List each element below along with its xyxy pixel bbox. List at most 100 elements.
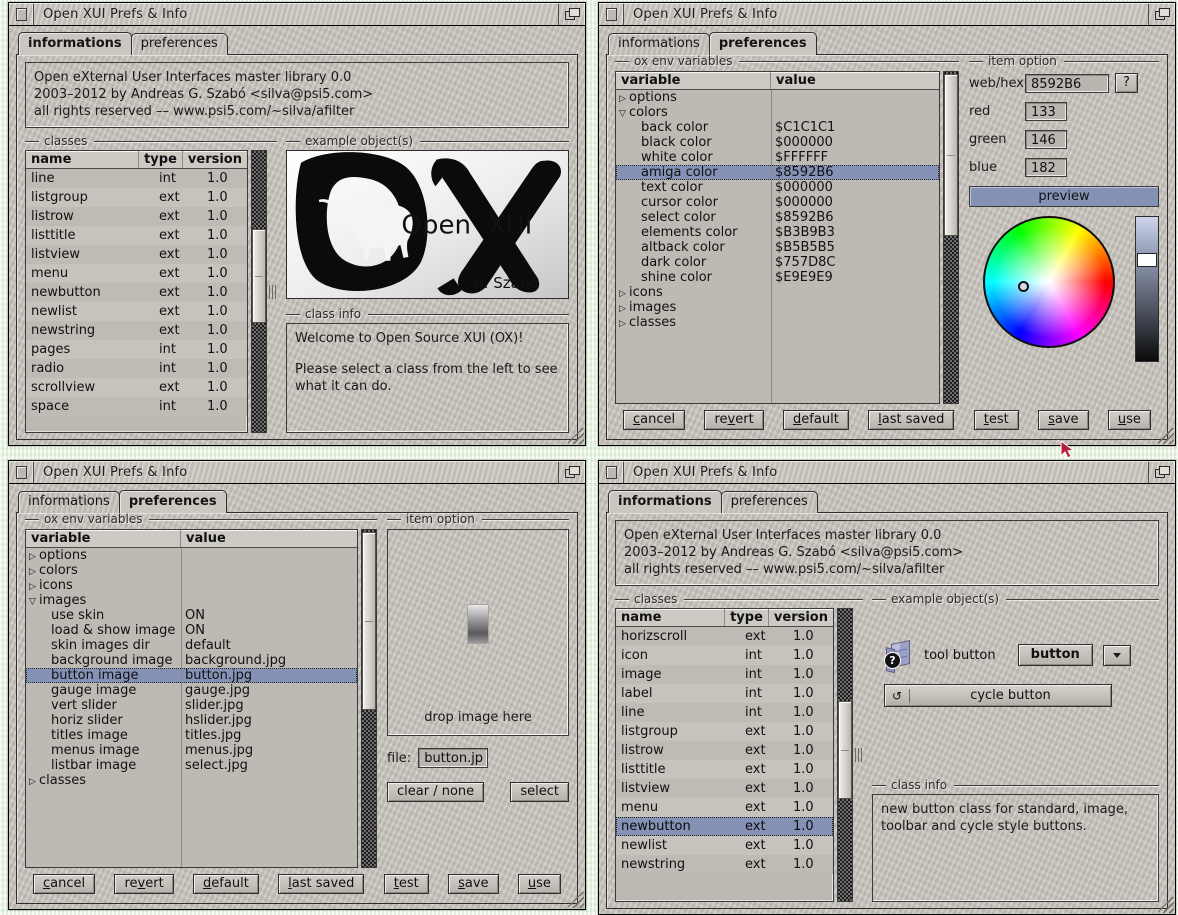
tree-row[interactable]: use skin ON bbox=[26, 608, 357, 623]
tab-preferences[interactable]: preferences bbox=[130, 33, 228, 55]
clear-none-button[interactable]: clear / none bbox=[387, 782, 485, 802]
depth-gadget[interactable] bbox=[558, 461, 585, 483]
table-row[interactable]: image int 1.0 bbox=[616, 665, 833, 684]
classes-scrollbar[interactable] bbox=[251, 150, 267, 433]
table-row[interactable]: newbutton ext 1.0 bbox=[26, 283, 247, 302]
table-row[interactable]: line int 1.0 bbox=[616, 703, 833, 722]
tree-row[interactable]: altback color $B5B5B5 bbox=[616, 240, 939, 255]
expand-arrow-open-icon[interactable] bbox=[29, 593, 39, 608]
tab-informations[interactable]: informations bbox=[18, 491, 120, 513]
tree-row[interactable]: background image background.jpg bbox=[26, 653, 357, 668]
color-wheel[interactable] bbox=[982, 216, 1115, 348]
classes-list-body[interactable]: horizscroll ext 1.0 icon int 1.0 image int 1.0 la… bbox=[616, 627, 833, 901]
table-row[interactable]: newstring ext 1.0 bbox=[26, 321, 247, 340]
table-row[interactable]: listtitle ext 1.0 bbox=[616, 760, 833, 779]
blue-input[interactable]: 182 bbox=[1025, 158, 1067, 177]
tree-row[interactable]: black color $000000 bbox=[616, 135, 939, 150]
table-row[interactable]: listrow ext 1.0 bbox=[26, 207, 247, 226]
tree-row[interactable]: options bbox=[616, 90, 939, 105]
classes-scrollbar[interactable] bbox=[837, 608, 853, 902]
tree-row[interactable]: classes bbox=[26, 773, 357, 788]
tree-row[interactable]: menus image menus.jpg bbox=[26, 743, 357, 758]
window-informations-top-left[interactable]: Open XUI Prefs & Info informations prefe… bbox=[8, 2, 586, 446]
scroll-grip[interactable] bbox=[855, 748, 863, 762]
tree-row[interactable]: options bbox=[26, 548, 357, 563]
table-row[interactable]: icon int 1.0 bbox=[616, 646, 833, 665]
table-row[interactable]: menu ext 1.0 bbox=[26, 264, 247, 283]
window-preferences-images-bottom-left[interactable]: Open XUI Prefs & Info informations prefe… bbox=[8, 460, 586, 910]
expand-arrow-closed-icon[interactable] bbox=[619, 315, 629, 330]
close-gadget[interactable] bbox=[9, 3, 34, 25]
tab-informations[interactable]: informations bbox=[608, 33, 710, 55]
table-row[interactable]: listrow ext 1.0 bbox=[616, 741, 833, 760]
title-bar[interactable]: Open XUI Prefs & Info bbox=[9, 461, 585, 484]
title-bar[interactable]: Open XUI Prefs & Info bbox=[9, 3, 585, 26]
tree-row[interactable]: load & show image ON bbox=[26, 623, 357, 638]
table-row[interactable]: label int 1.0 bbox=[616, 684, 833, 703]
table-row[interactable]: radio int 1.0 bbox=[26, 359, 247, 378]
table-row[interactable]: newstring ext 1.0 bbox=[616, 855, 833, 874]
revert-button[interactable]: revert bbox=[114, 874, 174, 894]
tree-row[interactable]: images bbox=[616, 300, 939, 315]
action-button-row[interactable]: cancel revert default last saved test save use bbox=[615, 404, 1159, 435]
tree-row[interactable]: listbar image select.jpg bbox=[26, 758, 357, 773]
tree-row[interactable]: images bbox=[26, 593, 357, 608]
tab-preferences[interactable]: preferences bbox=[708, 32, 817, 55]
table-row[interactable]: scrollview ext 1.0 bbox=[26, 378, 247, 397]
use-button[interactable]: use bbox=[1107, 410, 1151, 430]
env-tree-scrollbar[interactable] bbox=[943, 71, 959, 404]
tab-informations[interactable]: informations bbox=[18, 32, 132, 55]
resize-grip[interactable] bbox=[568, 428, 584, 444]
cancel-button[interactable]: cancel bbox=[623, 410, 686, 430]
window-preferences-colors-top-right[interactable]: Open XUI Prefs & Info informations prefe… bbox=[598, 2, 1176, 446]
cycle-button[interactable]: ↺ cycle button bbox=[884, 684, 1112, 707]
tree-row[interactable]: button image button.jpg bbox=[26, 668, 357, 683]
green-input[interactable]: 146 bbox=[1025, 130, 1067, 149]
depth-gadget[interactable] bbox=[558, 3, 585, 25]
cancel-button[interactable]: cancel bbox=[33, 874, 96, 894]
tree-row[interactable]: icons bbox=[26, 578, 357, 593]
tab-bar[interactable]: informations preferences bbox=[18, 32, 578, 55]
scrollbar-thumb[interactable] bbox=[362, 532, 376, 710]
tree-row[interactable]: colors bbox=[26, 563, 357, 578]
expand-arrow-closed-icon[interactable] bbox=[619, 285, 629, 300]
tree-row[interactable]: titles image titles.jpg bbox=[26, 728, 357, 743]
last-saved-button[interactable]: last saved bbox=[278, 874, 365, 894]
env-tree-body[interactable]: optionscolorsback color$C1C1C1black colo… bbox=[616, 90, 939, 403]
table-row[interactable]: newlist ext 1.0 bbox=[616, 836, 833, 855]
tree-row[interactable]: dark color $757D8C bbox=[616, 255, 939, 270]
title-bar[interactable]: Open XUI Prefs & Info bbox=[599, 3, 1175, 26]
scrollbar-thumb[interactable] bbox=[252, 229, 266, 323]
action-button-row[interactable]: cancel revert default last saved test save use bbox=[25, 868, 569, 899]
tree-row[interactable]: vert slider slider.jpg bbox=[26, 698, 357, 713]
example-button[interactable]: button bbox=[1017, 644, 1093, 666]
example-dropdown-button[interactable] bbox=[1102, 644, 1131, 666]
table-row[interactable]: listgroup ext 1.0 bbox=[26, 188, 247, 207]
tab-preferences[interactable]: preferences bbox=[118, 490, 227, 513]
tree-row[interactable]: white color $FFFFFF bbox=[616, 150, 939, 165]
table-row[interactable]: newbutton ext 1.0 bbox=[616, 817, 833, 836]
select-button[interactable]: select bbox=[510, 782, 569, 802]
use-button[interactable]: use bbox=[517, 874, 561, 894]
table-row[interactable]: listview ext 1.0 bbox=[26, 245, 247, 264]
table-row[interactable]: newlist ext 1.0 bbox=[26, 302, 247, 321]
close-gadget[interactable] bbox=[599, 3, 624, 25]
image-drop-area[interactable]: drop image here bbox=[387, 529, 569, 736]
env-tree-body[interactable]: optionscolorsiconsimagesuse skinONload &… bbox=[26, 548, 357, 867]
tab-bar[interactable]: informations preferences bbox=[608, 32, 1168, 55]
tree-row[interactable]: select color $8592B6 bbox=[616, 210, 939, 225]
file-input[interactable]: button.jp bbox=[418, 748, 489, 768]
expand-arrow-closed-icon[interactable] bbox=[619, 90, 629, 105]
test-button[interactable]: test bbox=[973, 410, 1019, 430]
tab-informations[interactable]: informations bbox=[608, 490, 722, 513]
revert-button[interactable]: revert bbox=[704, 410, 764, 430]
tool-button-icon[interactable]: ? bbox=[884, 639, 914, 670]
tab-preferences[interactable]: preferences bbox=[720, 491, 818, 513]
color-wheel-marker[interactable] bbox=[1017, 281, 1029, 292]
default-button[interactable]: default bbox=[783, 410, 849, 430]
last-saved-button[interactable]: last saved bbox=[868, 410, 955, 430]
expand-arrow-closed-icon[interactable] bbox=[29, 578, 39, 593]
brightness-slider-knob[interactable] bbox=[1137, 253, 1157, 267]
expand-arrow-open-icon[interactable] bbox=[619, 105, 629, 120]
scroll-grip[interactable] bbox=[269, 284, 277, 299]
